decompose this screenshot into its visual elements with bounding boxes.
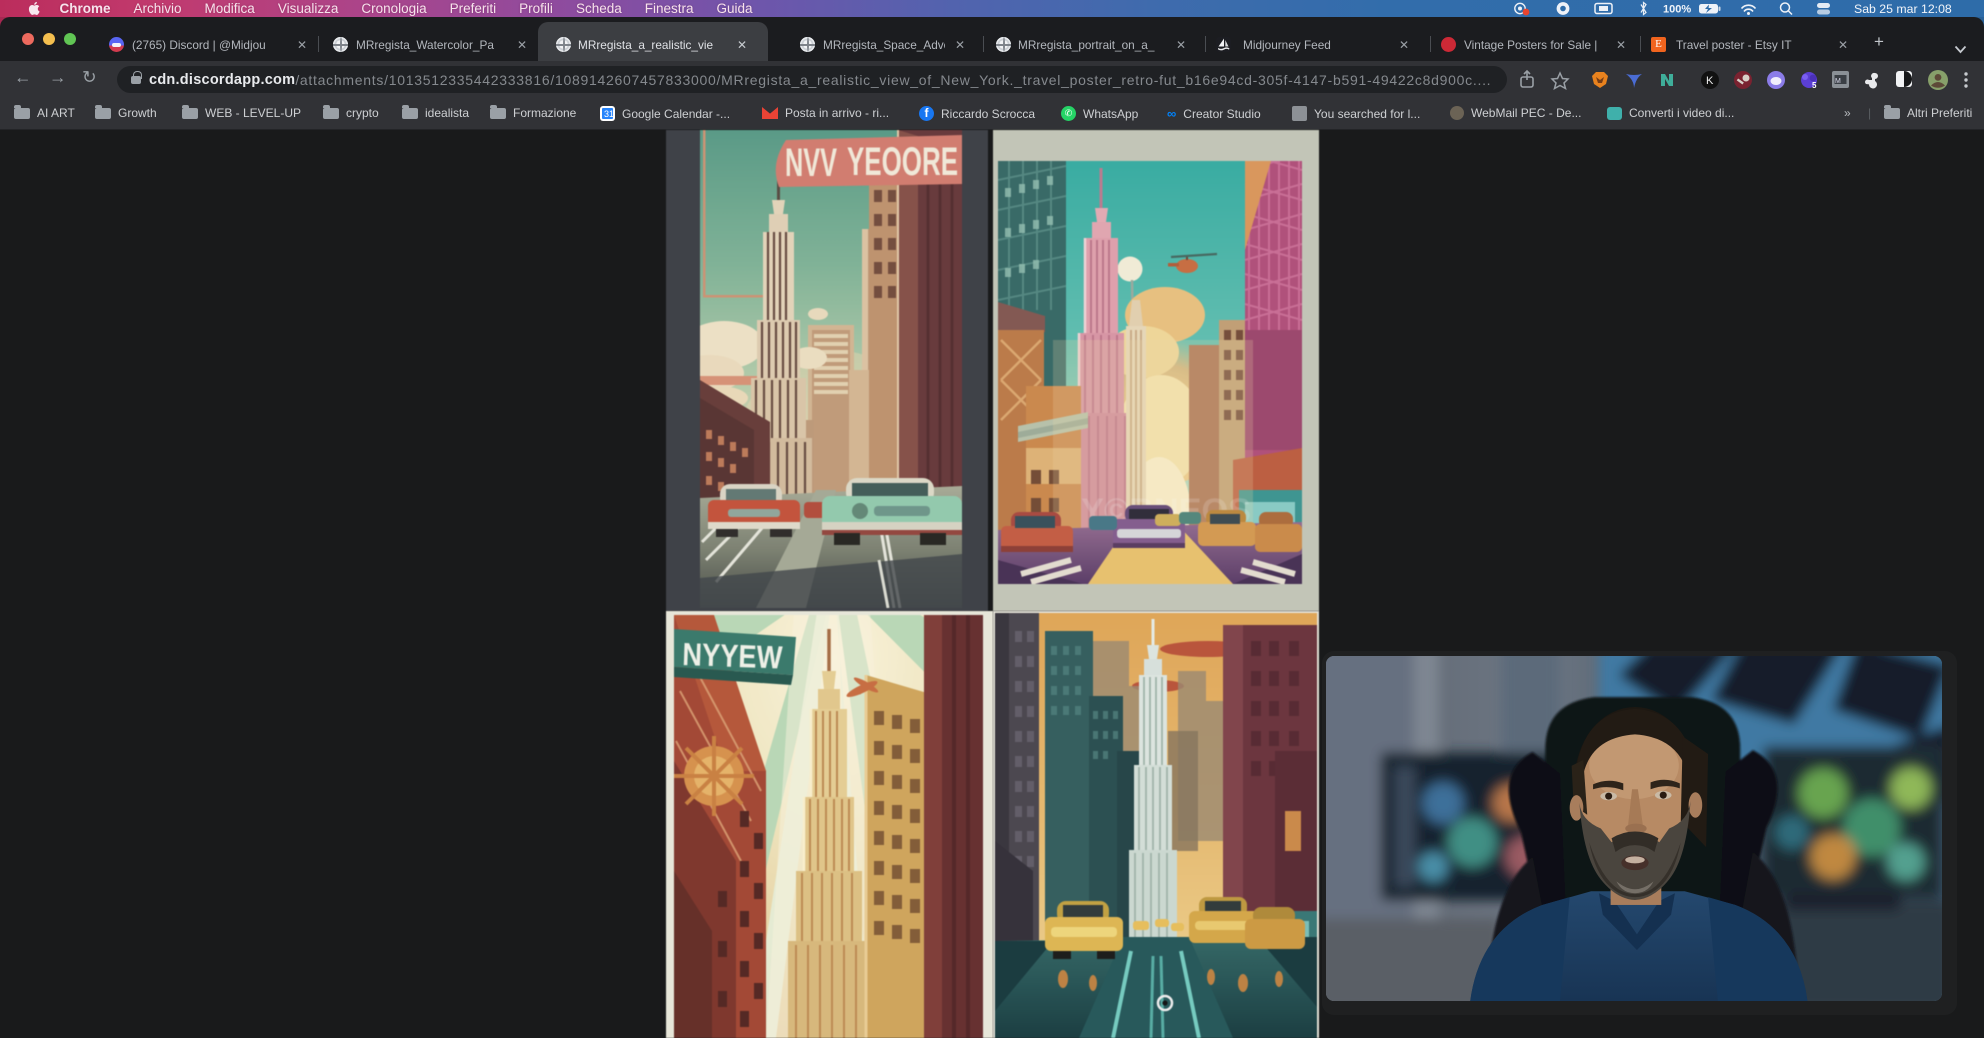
svg-text:K: K bbox=[1706, 75, 1714, 87]
svg-text:NVV: NVV bbox=[785, 141, 837, 185]
svg-text:M: M bbox=[1835, 78, 1841, 85]
svg-text:5: 5 bbox=[1812, 81, 1817, 90]
svg-text:YEOORE: YEOORE bbox=[847, 140, 958, 184]
svg-text:NYYEW: NYYEW bbox=[682, 636, 784, 675]
svg-text:100%: 100% bbox=[1663, 4, 1691, 16]
